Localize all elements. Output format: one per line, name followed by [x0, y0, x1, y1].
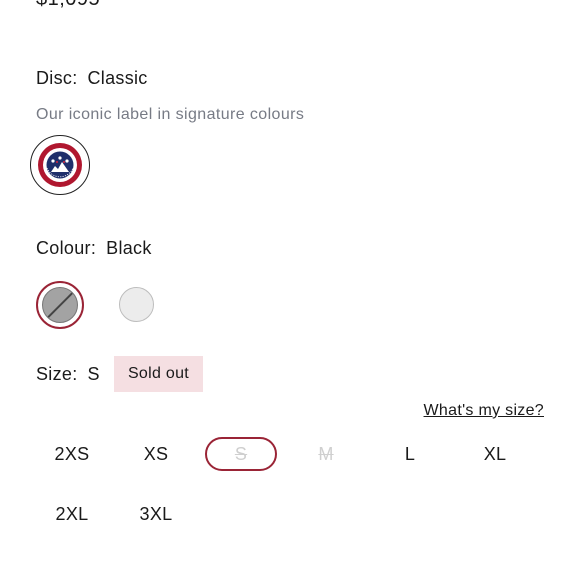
canada-goose-disc-icon [36, 141, 84, 189]
colour-swatch-black[interactable] [36, 281, 84, 329]
colour-swatch-white[interactable] [119, 287, 154, 322]
size-label: Size: [36, 364, 78, 384]
size-row: Size: S [36, 364, 100, 385]
size-option-s[interactable]: S [205, 437, 277, 471]
size-option-3xl[interactable]: 3XL [120, 497, 192, 531]
size-guide-link[interactable]: What's my size? [424, 402, 544, 420]
size-option-2xl[interactable]: 2XL [36, 497, 108, 531]
disc-label: Disc: [36, 68, 78, 88]
size-value: S [87, 364, 100, 384]
size-option-xs[interactable]: XS [120, 437, 192, 471]
disc-row: Disc: Classic [36, 68, 148, 89]
disc-swatch-classic[interactable] [30, 135, 90, 195]
size-option-2xs[interactable]: 2XS [36, 437, 108, 471]
colour-row: Colour: Black [36, 238, 152, 259]
unavailable-slash-icon [42, 287, 78, 323]
size-option-m[interactable]: M [290, 437, 362, 471]
disc-value: Classic [87, 68, 148, 88]
sold-out-badge: Sold out [114, 356, 203, 392]
price: $1,095 [36, 0, 100, 11]
colour-label: Colour: [36, 238, 97, 258]
size-option-l[interactable]: L [374, 437, 446, 471]
disc-description: Our iconic label in signature colours [36, 106, 305, 123]
size-option-xl[interactable]: XL [459, 437, 531, 471]
colour-value: Black [106, 238, 152, 258]
